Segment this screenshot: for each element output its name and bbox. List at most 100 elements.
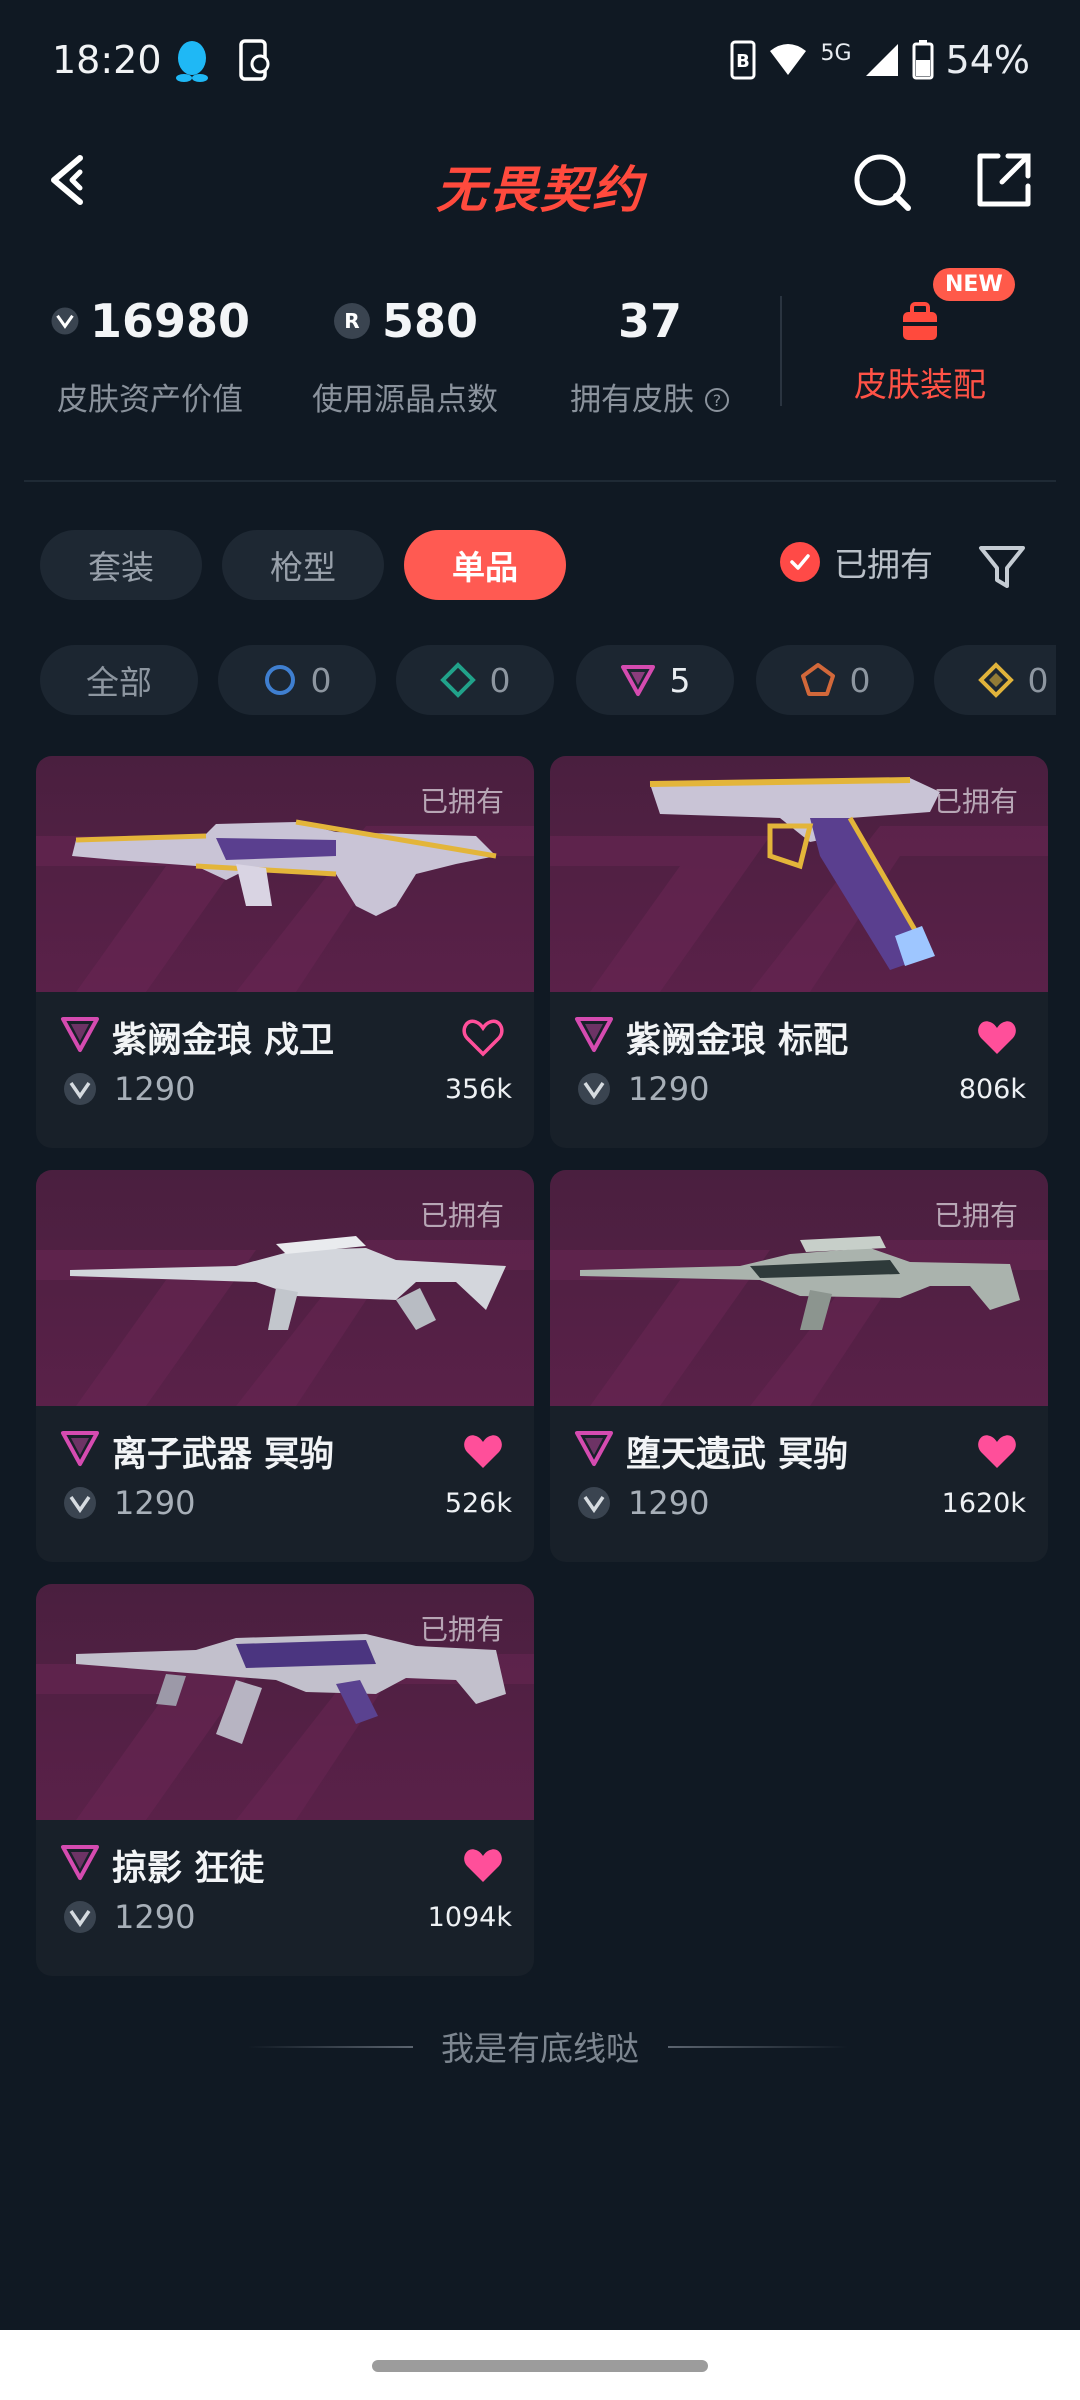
qq-icon — [176, 41, 208, 82]
chip-all[interactable]: 全部 — [40, 645, 198, 715]
wifi-icon — [770, 44, 807, 75]
chip-ultra[interactable]: 0 — [934, 645, 1056, 715]
battery-percent: 54% — [945, 38, 1030, 82]
skin-card[interactable]: 已拥有 紫阙金琅 标配 1290 806k — [550, 756, 1048, 1148]
filter-icon[interactable] — [975, 540, 1029, 594]
status-right: B 5G 54% — [730, 38, 1030, 82]
vp-icon — [578, 1073, 610, 1105]
search-icon[interactable] — [850, 150, 914, 214]
svg-text:?: ? — [713, 391, 722, 410]
end-line-right — [668, 2046, 848, 2048]
check-icon — [780, 542, 820, 582]
tab-single[interactable]: 单品 — [404, 530, 566, 600]
vp-icon — [64, 1901, 96, 1933]
asset-value-label: 皮肤资产价值 — [57, 382, 243, 418]
network-label: 5G — [820, 40, 852, 66]
price-value: 1290 — [628, 1070, 710, 1108]
owned-skins-label: 拥有皮肤 — [570, 382, 695, 418]
premium-tier-icon — [575, 1017, 613, 1052]
skin-outfit-button[interactable]: NEW 皮肤装配 — [835, 268, 1015, 406]
status-bar: 18:20 B 5G 54% — [0, 0, 1080, 120]
owned-skins-value: 37 — [617, 294, 682, 348]
skin-name: 掠影 狂徒 — [112, 1849, 265, 1889]
asset-stats: 16980 皮肤资产价值 R 580 使用源晶点数 37 拥有皮肤 ? NEW … — [0, 268, 1080, 450]
signal-icon — [865, 44, 898, 76]
vp-icon — [51, 307, 79, 335]
chip-exclusive[interactable]: 0 — [756, 645, 914, 715]
outfit-label: 皮肤装配 — [854, 365, 986, 404]
skin-price: 1290 — [576, 1070, 709, 1108]
skin-card[interactable]: 已拥有 离子武器 冥驹 1290 526k — [36, 1170, 534, 1562]
share-icon[interactable] — [972, 148, 1036, 212]
deluxe-tier-icon — [439, 662, 476, 698]
phone-sync-icon — [239, 39, 270, 81]
skin-price: 1290 — [62, 1484, 195, 1522]
owned-label: 已拥有 — [419, 1613, 504, 1646]
premium-tier-icon — [61, 1845, 99, 1880]
category-tabs: 套装 枪型 单品 — [40, 530, 566, 600]
like-count: 1620k — [941, 1488, 1026, 1519]
heart-filled-icon[interactable] — [462, 1432, 504, 1472]
svg-text:B: B — [737, 51, 751, 72]
chip-deluxe[interactable]: 0 — [396, 645, 554, 715]
chip-ultra-count: 0 — [1027, 660, 1049, 700]
chip-exclusive-count: 0 — [849, 660, 871, 700]
tab-gun-type[interactable]: 枪型 — [222, 530, 384, 600]
exclusive-tier-icon — [800, 663, 835, 696]
skin-image: 已拥有 — [36, 1584, 534, 1820]
chip-select-count: 0 — [310, 660, 332, 700]
home-gesture-pill[interactable] — [372, 2360, 708, 2372]
like-count: 356k — [444, 1074, 512, 1105]
heart-filled-icon[interactable] — [976, 1432, 1018, 1472]
price-value: 1290 — [114, 1070, 196, 1108]
heart-outline-icon[interactable] — [462, 1018, 504, 1058]
battery-icon — [912, 40, 934, 80]
stats-divider — [780, 296, 782, 406]
owned-filter-label: 已拥有 — [834, 545, 933, 584]
radianite-label: 使用源晶点数 — [312, 382, 498, 418]
rarity-filter-chips: 全部 0 0 5 0 0 — [40, 645, 1056, 715]
owned-label: 已拥有 — [419, 1199, 504, 1232]
premium-tier-icon — [620, 665, 655, 696]
end-line-left — [248, 2046, 413, 2048]
heart-filled-icon[interactable] — [462, 1846, 504, 1886]
skin-image: 已拥有 — [36, 1170, 534, 1406]
radianite-stat: R 580 使用源晶点数 — [300, 290, 510, 419]
chip-premium[interactable]: 5 — [576, 645, 734, 715]
like-count: 806k — [958, 1074, 1026, 1105]
outfit-icon — [903, 302, 937, 340]
asset-value-stat: 16980 皮肤资产价值 — [50, 290, 250, 419]
owned-skins-stat: 37 拥有皮肤 ? — [560, 290, 740, 419]
select-tier-icon — [264, 665, 295, 695]
owned-filter-toggle[interactable]: 已拥有 — [780, 538, 933, 586]
section-divider — [24, 480, 1056, 482]
svg-text:R: R — [344, 309, 359, 333]
chip-deluxe-count: 0 — [489, 660, 511, 700]
help-icon[interactable]: ? — [704, 387, 730, 413]
premium-tier-icon — [61, 1017, 99, 1052]
vp-icon — [64, 1487, 96, 1519]
skin-card[interactable]: 已拥有 堕天遗武 冥驹 1290 1620k — [550, 1170, 1048, 1562]
heart-filled-icon[interactable] — [976, 1018, 1018, 1058]
radianite-icon: R — [333, 303, 370, 339]
skin-name: 紫阙金琅 戍卫 — [112, 1021, 335, 1061]
skin-card[interactable]: 已拥有 紫阙金琅 戍卫 1290 356k — [36, 756, 534, 1148]
skin-card[interactable]: 已拥有 掠影 狂徒 1290 1094k — [36, 1584, 534, 1976]
chip-all-label: 全部 — [86, 663, 152, 702]
skin-name: 离子武器 冥驹 — [112, 1435, 335, 1475]
skin-image: 已拥有 — [550, 1170, 1048, 1406]
price-value: 1290 — [114, 1898, 196, 1936]
end-of-list-text: 我是有底线哒 — [441, 2029, 639, 2068]
chip-select[interactable]: 0 — [218, 645, 376, 715]
skin-name: 紫阙金琅 标配 — [626, 1021, 849, 1061]
page-title: 无畏契约 — [436, 161, 644, 219]
owned-label: 已拥有 — [933, 785, 1018, 818]
skin-price: 1290 — [62, 1898, 195, 1936]
price-value: 1290 — [628, 1484, 710, 1522]
tab-set[interactable]: 套装 — [40, 530, 202, 600]
vp-icon — [578, 1487, 610, 1519]
radianite-value: 580 — [381, 294, 479, 348]
skin-image: 已拥有 — [550, 756, 1048, 992]
ultra-tier-icon — [977, 662, 1014, 698]
chip-premium-count: 5 — [669, 660, 691, 700]
